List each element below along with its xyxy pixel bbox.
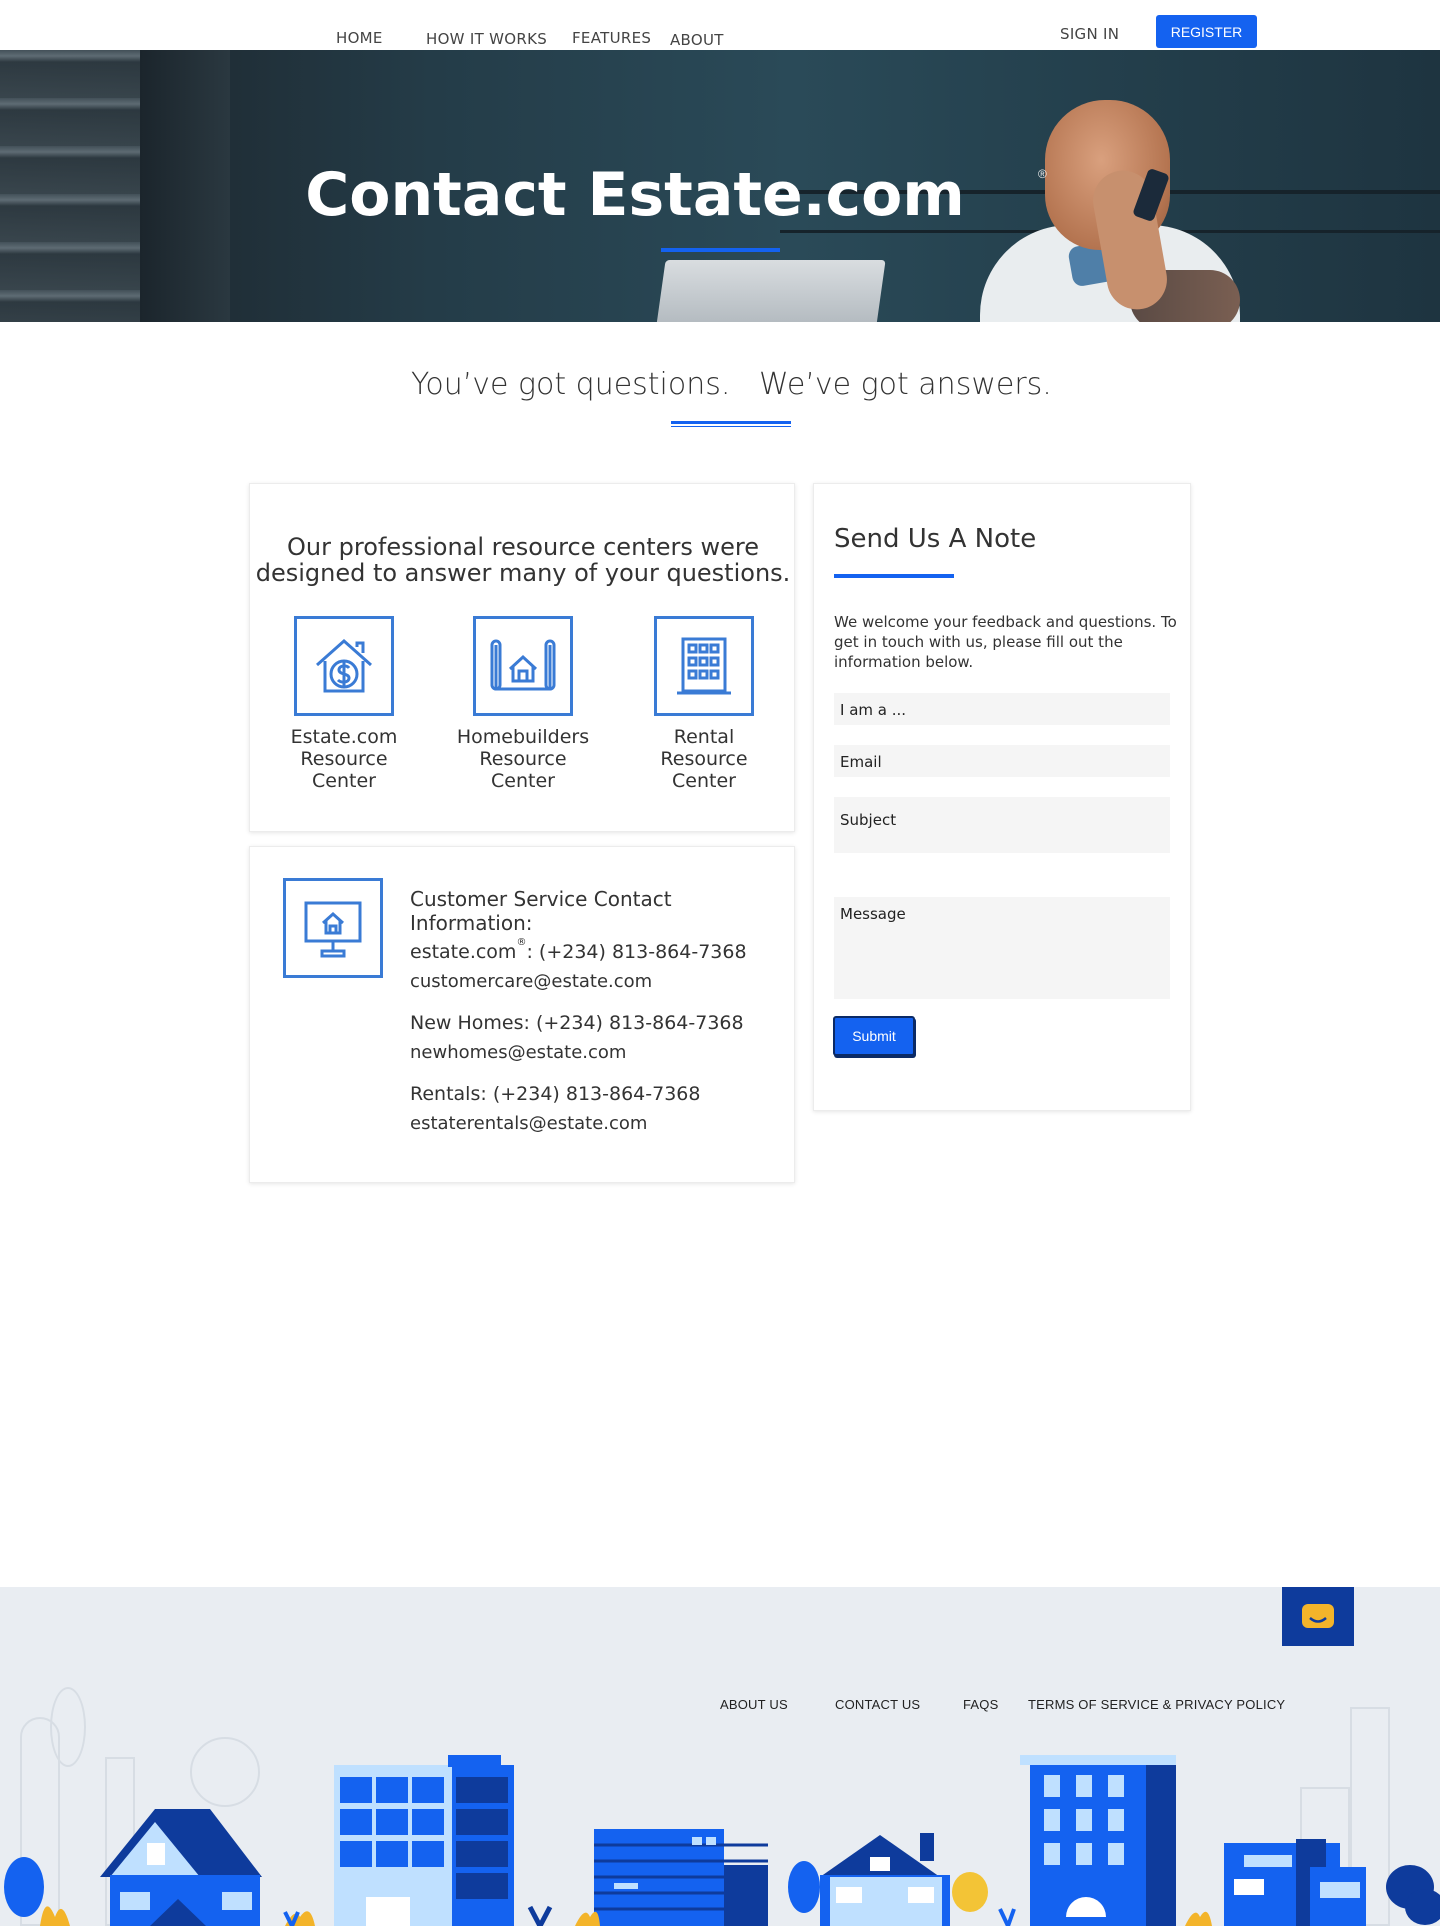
resource-label-line: Resource [660,748,748,770]
hero-banner: Contact Estate.com ® [0,50,1440,322]
monitor-house-icon [283,878,383,978]
nav-how-it-works[interactable]: HOW IT WORKS [426,30,547,48]
submit-button[interactable]: Submit [833,1016,915,1056]
resource-label-line: Estate.com [290,726,398,748]
resource-label-line: Center [312,770,376,792]
page-title: Contact Estate.com [305,160,965,230]
estate-contact-line: estate.com®: (+234) 813-864-7368 [410,937,747,963]
tagline-underline [671,421,791,427]
estate-contact-label: estate.com [410,941,517,963]
resource-centers-heading: Our professional resource centers were d… [255,533,791,587]
rental-resource-center-link[interactable]: Rental Resource Center [624,616,784,792]
resource-label-line: Resource [300,748,388,770]
rentals-label: Rentals: [410,1083,487,1105]
house-dollar-icon [294,616,394,716]
resource-label-line: Center [672,770,736,792]
apartment-building-icon [654,616,754,716]
nav-about[interactable]: ABOUT [670,31,724,49]
homebuilders-resource-center-link[interactable]: Homebuilders Resource Center [443,616,603,792]
registered-mark: ® [1038,167,1047,181]
estate-phone-link[interactable]: (+234) 813-864-7368 [539,941,747,963]
city-illustration [4,1755,1440,1926]
estate-resource-center-link[interactable]: Estate.com Resource Center [264,616,424,792]
new-homes-phone-link[interactable]: (+234) 813-864-7368 [536,1012,744,1034]
message-textarea[interactable]: Message [834,897,1170,999]
new-homes-email-link[interactable]: newhomes@estate.com [410,1042,626,1063]
title-underline [661,248,780,252]
new-homes-label: New Homes: [410,1012,530,1034]
estate-email-link[interactable]: customercare@estate.com [410,971,652,992]
resource-centers-card: Our professional resource centers were d… [249,483,795,832]
role-select[interactable]: I am a ... [834,693,1170,725]
resource-label-line: Rental [673,726,735,748]
tagline-answers: We’ve got answers. [759,367,1052,402]
send-note-card: Send Us A Note We welcome your feedback … [813,483,1191,1111]
nav-features[interactable]: FEATURES [572,29,651,47]
registered-mark: ® [516,937,527,948]
customer-service-card: Customer Service Contact Information: es… [249,846,795,1183]
email-field[interactable]: Email [834,745,1170,777]
contact-info-title: Customer Service Contact Information: [410,887,672,935]
blueprint-house-icon [473,616,573,716]
resource-label-line: Resource [479,748,567,770]
rentals-contact-line: Rentals: (+234) 813-864-7368 [410,1083,700,1105]
rentals-email-link[interactable]: estaterentals@estate.com [410,1113,647,1134]
new-homes-contact-line: New Homes: (+234) 813-864-7368 [410,1012,744,1034]
send-note-underline [834,574,954,578]
resource-label-line: Center [491,770,555,792]
hero-photo-laptop [654,260,886,322]
contact-separator: : [526,941,533,963]
rentals-phone-link[interactable]: (+234) 813-864-7368 [493,1083,701,1105]
footer: ABOUT US CONTACT US FAQS TERMS OF SERVIC… [0,1587,1440,1926]
top-nav: HOME HOW IT WORKS FEATURES ABOUT SIGN IN… [0,0,1440,50]
send-note-description: We welcome your feedback and questions. … [834,613,1177,671]
send-note-title: Send Us A Note [834,524,1037,554]
tagline-questions: You’ve got questions. [411,367,731,402]
nav-home[interactable]: HOME [336,29,383,47]
subject-field[interactable]: Subject [834,797,1170,853]
register-button[interactable]: REGISTER [1156,15,1257,48]
resource-label-line: Homebuilders [456,726,590,748]
sign-in-link[interactable]: SIGN IN [1060,25,1119,43]
